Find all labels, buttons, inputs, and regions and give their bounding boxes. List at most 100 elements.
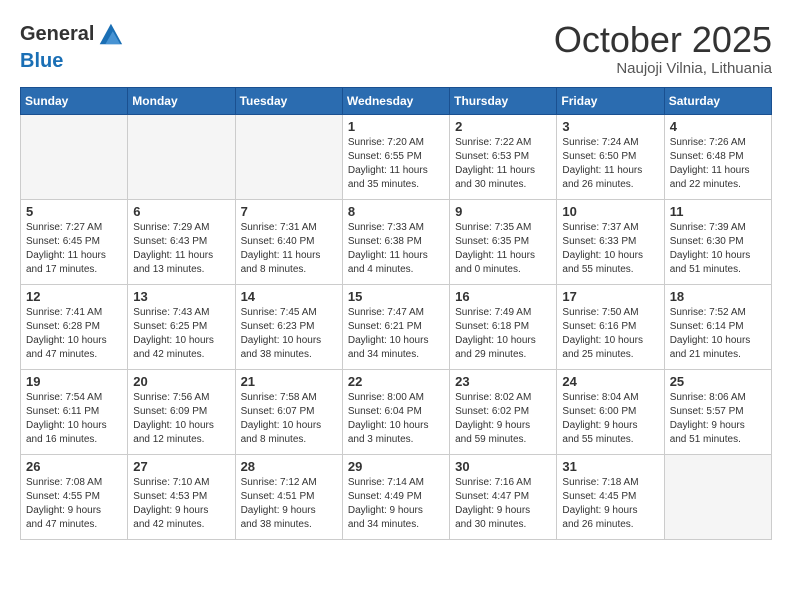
day-info: Sunrise: 7:39 AMSunset: 6:30 PMDaylight:…: [670, 221, 766, 277]
weekday-header-thursday: Thursday: [450, 87, 557, 114]
weekday-header-wednesday: Wednesday: [342, 87, 449, 114]
day-info: Sunrise: 7:37 AMSunset: 6:33 PMDaylight:…: [562, 221, 658, 277]
day-number: 5: [26, 204, 122, 219]
day-number: 24: [562, 374, 658, 389]
day-number: 2: [455, 119, 551, 134]
calendar-cell: 5 Sunrise: 7:27 AMSunset: 6:45 PMDaylight…: [21, 199, 128, 284]
week-row-5: 26 Sunrise: 7:08 AMSunset: 4:55 PMDayligh…: [21, 454, 772, 539]
day-info: Sunrise: 7:41 AMSunset: 6:28 PMDaylight:…: [26, 306, 122, 362]
day-number: 1: [348, 119, 444, 134]
day-info: Sunrise: 7:29 AMSunset: 6:43 PMDaylight:…: [133, 221, 229, 277]
day-number: 27: [133, 459, 229, 474]
calendar-cell: 21 Sunrise: 7:58 AMSunset: 6:07 PMDayligh…: [235, 369, 342, 454]
day-info: Sunrise: 7:08 AMSunset: 4:55 PMDaylight:…: [26, 476, 122, 532]
calendar-cell: 26 Sunrise: 7:08 AMSunset: 4:55 PMDayligh…: [21, 454, 128, 539]
calendar-cell: 8 Sunrise: 7:33 AMSunset: 6:38 PMDaylight…: [342, 199, 449, 284]
calendar-cell: 6 Sunrise: 7:29 AMSunset: 6:43 PMDaylight…: [128, 199, 235, 284]
calendar-cell: 2 Sunrise: 7:22 AMSunset: 6:53 PMDaylight…: [450, 114, 557, 199]
calendar-cell: [21, 114, 128, 199]
day-info: Sunrise: 7:26 AMSunset: 6:48 PMDaylight:…: [670, 136, 766, 192]
calendar-cell: 17 Sunrise: 7:50 AMSunset: 6:16 PMDayligh…: [557, 284, 664, 369]
day-info: Sunrise: 7:16 AMSunset: 4:47 PMDaylight:…: [455, 476, 551, 532]
day-number: 16: [455, 289, 551, 304]
calendar-cell: 16 Sunrise: 7:49 AMSunset: 6:18 PMDayligh…: [450, 284, 557, 369]
day-number: 31: [562, 459, 658, 474]
month-title: October 2025: [554, 20, 772, 60]
weekday-header-saturday: Saturday: [664, 87, 771, 114]
day-info: Sunrise: 7:47 AMSunset: 6:21 PMDaylight:…: [348, 306, 444, 362]
page-header: General Blue October 2025 Naujoji Vilnia…: [20, 20, 772, 77]
weekday-header-row: SundayMondayTuesdayWednesdayThursdayFrid…: [21, 87, 772, 114]
day-number: 26: [26, 459, 122, 474]
calendar-cell: 22 Sunrise: 8:00 AMSunset: 6:04 PMDayligh…: [342, 369, 449, 454]
day-info: Sunrise: 7:33 AMSunset: 6:38 PMDaylight:…: [348, 221, 444, 277]
calendar-cell: 27 Sunrise: 7:10 AMSunset: 4:53 PMDayligh…: [128, 454, 235, 539]
calendar-cell: [128, 114, 235, 199]
day-info: Sunrise: 7:49 AMSunset: 6:18 PMDaylight:…: [455, 306, 551, 362]
calendar-cell: 24 Sunrise: 8:04 AMSunset: 6:00 PMDayligh…: [557, 369, 664, 454]
day-number: 3: [562, 119, 658, 134]
calendar-cell: [664, 454, 771, 539]
day-number: 22: [348, 374, 444, 389]
day-info: Sunrise: 8:04 AMSunset: 6:00 PMDaylight:…: [562, 391, 658, 447]
day-number: 30: [455, 459, 551, 474]
day-number: 6: [133, 204, 229, 219]
day-number: 19: [26, 374, 122, 389]
day-number: 4: [670, 119, 766, 134]
title-block: October 2025 Naujoji Vilnia, Lithuania: [554, 20, 772, 77]
calendar-cell: 23 Sunrise: 8:02 AMSunset: 6:02 PMDayligh…: [450, 369, 557, 454]
day-number: 11: [670, 204, 766, 219]
day-info: Sunrise: 7:24 AMSunset: 6:50 PMDaylight:…: [562, 136, 658, 192]
calendar-cell: 15 Sunrise: 7:47 AMSunset: 6:21 PMDayligh…: [342, 284, 449, 369]
day-number: 10: [562, 204, 658, 219]
calendar-table: SundayMondayTuesdayWednesdayThursdayFrid…: [20, 87, 772, 540]
calendar-cell: 19 Sunrise: 7:54 AMSunset: 6:11 PMDayligh…: [21, 369, 128, 454]
day-number: 14: [241, 289, 337, 304]
weekday-header-friday: Friday: [557, 87, 664, 114]
logo-blue: Blue: [20, 50, 63, 72]
day-number: 7: [241, 204, 337, 219]
day-info: Sunrise: 7:31 AMSunset: 6:40 PMDaylight:…: [241, 221, 337, 277]
logo: General Blue: [20, 20, 124, 72]
day-info: Sunrise: 7:54 AMSunset: 6:11 PMDaylight:…: [26, 391, 122, 447]
day-info: Sunrise: 7:58 AMSunset: 6:07 PMDaylight:…: [241, 391, 337, 447]
day-info: Sunrise: 8:02 AMSunset: 6:02 PMDaylight:…: [455, 391, 551, 447]
week-row-1: 1 Sunrise: 7:20 AMSunset: 6:55 PMDaylight…: [21, 114, 772, 199]
weekday-header-monday: Monday: [128, 87, 235, 114]
day-number: 23: [455, 374, 551, 389]
logo-text: General Blue: [20, 20, 124, 72]
day-number: 17: [562, 289, 658, 304]
calendar-cell: 7 Sunrise: 7:31 AMSunset: 6:40 PMDaylight…: [235, 199, 342, 284]
day-info: Sunrise: 7:22 AMSunset: 6:53 PMDaylight:…: [455, 136, 551, 192]
day-info: Sunrise: 8:00 AMSunset: 6:04 PMDaylight:…: [348, 391, 444, 447]
location: Naujoji Vilnia, Lithuania: [554, 60, 772, 77]
calendar-cell: 20Sunrise: 7:56 AMSunset: 6:09 PMDayligh…: [128, 369, 235, 454]
calendar-cell: 4 Sunrise: 7:26 AMSunset: 6:48 PMDaylight…: [664, 114, 771, 199]
calendar-cell: 10 Sunrise: 7:37 AMSunset: 6:33 PMDayligh…: [557, 199, 664, 284]
day-info: Sunrise: 7:43 AMSunset: 6:25 PMDaylight:…: [133, 306, 229, 362]
day-info: Sunrise: 7:35 AMSunset: 6:35 PMDaylight:…: [455, 221, 551, 277]
day-info: Sunrise: 7:18 AMSunset: 4:45 PMDaylight:…: [562, 476, 658, 532]
week-row-3: 12 Sunrise: 7:41 AMSunset: 6:28 PMDayligh…: [21, 284, 772, 369]
day-info: Sunrise: 7:14 AMSunset: 4:49 PMDaylight:…: [348, 476, 444, 532]
day-number: 25: [670, 374, 766, 389]
day-number: 21: [241, 374, 337, 389]
day-number: 12: [26, 289, 122, 304]
calendar-cell: 18Sunrise: 7:52 AMSunset: 6:14 PMDayligh…: [664, 284, 771, 369]
day-info: Sunrise: 7:27 AMSunset: 6:45 PMDaylight:…: [26, 221, 122, 277]
calendar-cell: 14Sunrise: 7:45 AMSunset: 6:23 PMDayligh…: [235, 284, 342, 369]
day-info: Sunrise: 7:50 AMSunset: 6:16 PMDaylight:…: [562, 306, 658, 362]
day-number: 20: [133, 374, 229, 389]
calendar-cell: 29 Sunrise: 7:14 AMSunset: 4:49 PMDayligh…: [342, 454, 449, 539]
day-number: 29: [348, 459, 444, 474]
calendar-cell: 25Sunrise: 8:06 AMSunset: 5:57 PMDayligh…: [664, 369, 771, 454]
day-number: 15: [348, 289, 444, 304]
day-number: 8: [348, 204, 444, 219]
day-info: Sunrise: 7:20 AMSunset: 6:55 PMDaylight:…: [348, 136, 444, 192]
calendar-cell: [235, 114, 342, 199]
day-number: 28: [241, 459, 337, 474]
day-info: Sunrise: 7:12 AMSunset: 4:51 PMDaylight:…: [241, 476, 337, 532]
calendar-cell: 30 Sunrise: 7:16 AMSunset: 4:47 PMDayligh…: [450, 454, 557, 539]
day-info: Sunrise: 7:10 AMSunset: 4:53 PMDaylight:…: [133, 476, 229, 532]
day-info: Sunrise: 7:52 AMSunset: 6:14 PMDaylight:…: [670, 306, 766, 362]
